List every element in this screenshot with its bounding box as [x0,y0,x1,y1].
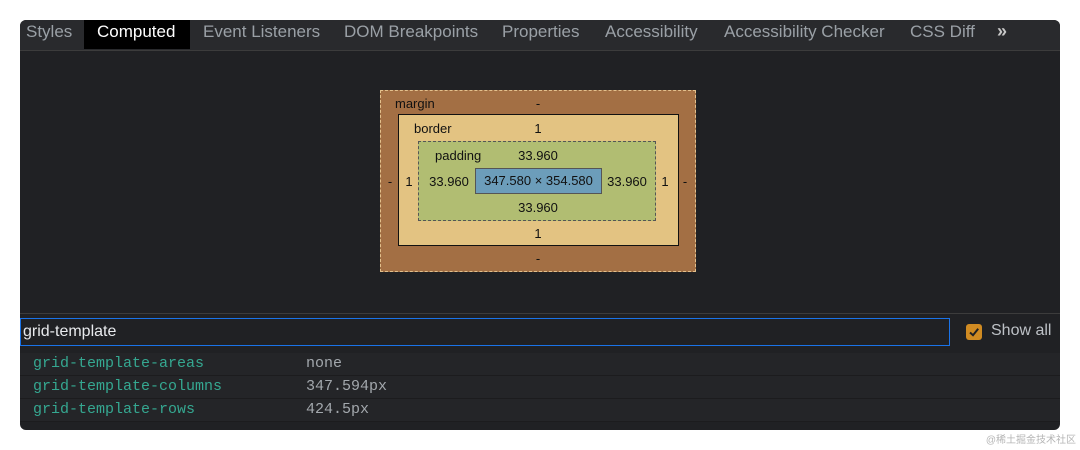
padding-top-value[interactable]: 33.960 [518,148,558,163]
border-top-value[interactable]: 1 [534,121,541,136]
property-value: none [306,355,343,372]
tab-dom-breakpoints[interactable]: DOM Breakpoints [344,20,478,49]
border-label: border [414,121,452,136]
tab-accessibility[interactable]: Accessibility [605,20,698,49]
margin-left-value[interactable]: - [388,174,392,189]
padding-left-value[interactable]: 33.960 [429,174,469,189]
tab-css-diff[interactable]: CSS Diff [910,20,975,49]
border-bottom-value[interactable]: 1 [534,226,541,241]
more-tabs-icon[interactable]: » [997,20,1007,49]
show-all-label[interactable]: Show all [991,322,1051,340]
tab-styles[interactable]: Styles [26,20,72,49]
property-row[interactable]: grid-template-columns 347.594px [20,376,1060,399]
property-row[interactable]: grid-template-areas none [20,353,1060,376]
box-model-diagram: 347.580 × 354.580 margin - - - - border … [20,51,1060,313]
devtools-panel: Styles Computed Event Listeners DOM Brea… [20,20,1060,430]
margin-bottom-value[interactable]: - [536,251,540,266]
property-row[interactable]: grid-template-rows 424.5px [20,399,1060,422]
margin-label: margin [395,96,435,111]
box-model-content[interactable]: 347.580 × 354.580 [475,168,602,194]
filter-row: Show all [20,313,1060,350]
margin-right-value[interactable]: - [683,174,687,189]
property-value: 347.594px [306,378,388,395]
property-name: grid-template-rows [33,401,196,418]
tab-bar: Styles Computed Event Listeners DOM Brea… [20,20,1060,51]
checkmark-icon [969,328,979,337]
property-name: grid-template-areas [33,355,205,372]
tab-accessibility-checker[interactable]: Accessibility Checker [724,20,885,49]
tab-computed[interactable]: Computed [84,20,190,49]
watermark: @稀土掘金技术社区 [985,435,1076,446]
padding-right-value[interactable]: 33.960 [607,174,647,189]
property-name: grid-template-columns [33,378,223,395]
tab-properties[interactable]: Properties [502,20,579,49]
property-value: 424.5px [306,401,370,418]
filter-input[interactable] [20,318,950,346]
border-right-value[interactable]: 1 [661,174,668,189]
show-all-checkbox[interactable] [966,324,982,340]
margin-top-value[interactable]: - [536,96,540,111]
computed-properties-list: grid-template-areas none grid-template-c… [20,353,1060,422]
tab-event-listeners[interactable]: Event Listeners [203,20,320,49]
padding-bottom-value[interactable]: 33.960 [518,200,558,215]
padding-label: padding [435,148,482,163]
border-left-value[interactable]: 1 [405,174,412,189]
